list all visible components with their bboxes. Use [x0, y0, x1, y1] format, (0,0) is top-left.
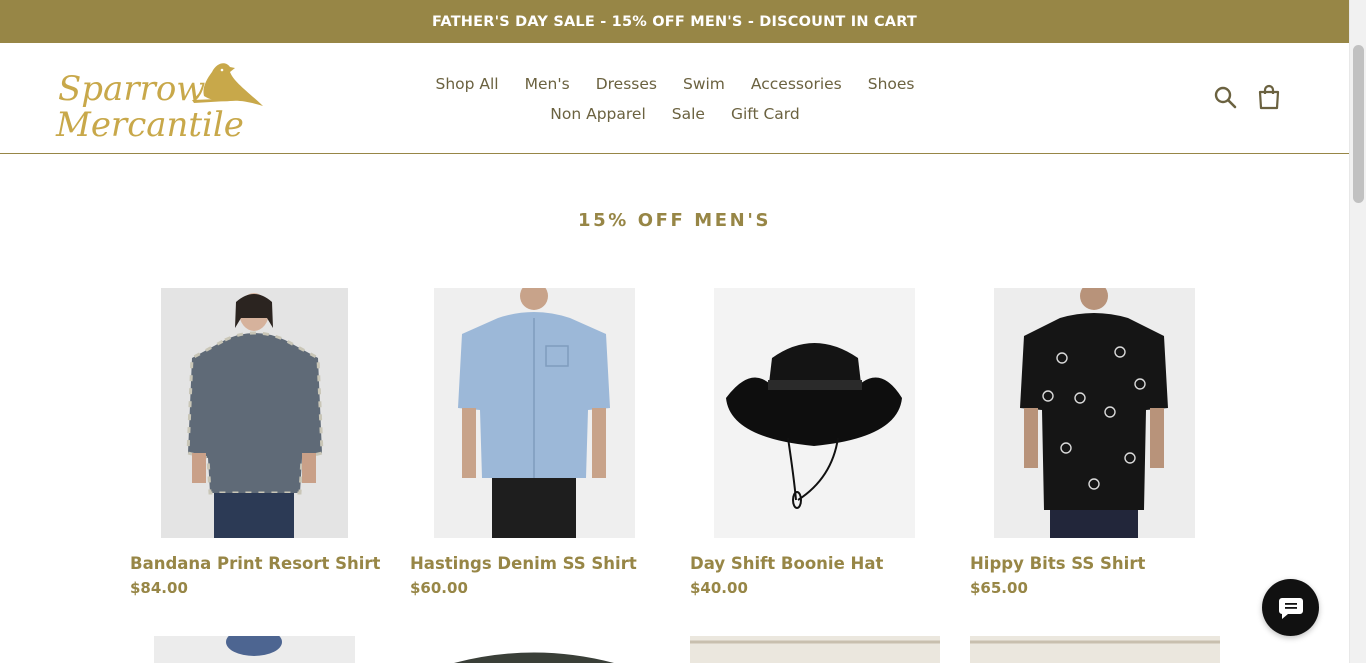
nav-shoes[interactable]: Shoes: [868, 75, 915, 93]
product-image[interactable]: [970, 288, 1220, 538]
announcement-text: FATHER'S DAY SALE - 15% OFF MEN'S - DISC…: [431, 13, 918, 30]
hat-photo-image: [726, 343, 902, 509]
chat-icon: [1278, 597, 1303, 619]
product-title[interactable]: Day Shift Boonie Hat: [690, 554, 883, 573]
main-nav: Shop All Men's Dresses Swim Accessories …: [360, 69, 990, 129]
nav-accessories[interactable]: Accessories: [751, 75, 842, 93]
product-title[interactable]: Hastings Denim SS Shirt: [410, 554, 637, 573]
shirt-photo-image: [454, 652, 614, 663]
site-header: Sparrow Mercantile Shop All Men's Dresse…: [0, 43, 1349, 154]
product-card[interactable]: Day Shift Boonie Hat $40.00: [690, 288, 940, 597]
cart-button[interactable]: [1256, 83, 1282, 111]
product-price: $84.00: [130, 579, 188, 597]
logo-text-line1: Sparrow: [58, 69, 205, 109]
clothing-rack-photo-image: [690, 640, 940, 644]
product-title[interactable]: Hippy Bits SS Shirt: [970, 554, 1145, 573]
product-price: $60.00: [410, 579, 468, 597]
product-image[interactable]: [690, 636, 940, 663]
nav-swim[interactable]: Swim: [683, 75, 725, 93]
nav-row-2: Non Apparel Sale Gift Card: [360, 99, 990, 129]
shirt-photo-image: [186, 293, 324, 538]
clothing-rack-photo-image: [970, 640, 1220, 644]
nav-sale[interactable]: Sale: [672, 105, 705, 123]
product-image[interactable]: [410, 288, 660, 538]
nav-non-apparel[interactable]: Non Apparel: [550, 105, 645, 123]
nav-dresses[interactable]: Dresses: [596, 75, 657, 93]
product-price: $40.00: [690, 579, 748, 597]
logo-text-line2: Mercantile: [55, 105, 244, 142]
product-card[interactable]: Bandana Print Resort Shirt $84.00: [130, 288, 380, 597]
brand-logo[interactable]: Sparrow Mercantile: [54, 58, 266, 145]
product-title[interactable]: Bandana Print Resort Shirt: [130, 554, 380, 573]
collection-title: 15% OFF MEN'S: [577, 210, 772, 231]
product-image[interactable]: [690, 288, 940, 538]
chat-button[interactable]: [1262, 579, 1319, 636]
sparrow-logo-image: Sparrow Mercantile: [55, 63, 263, 145]
product-image[interactable]: [130, 288, 380, 538]
announcement-bar: FATHER'S DAY SALE - 15% OFF MEN'S - DISC…: [0, 0, 1349, 43]
shirt-photo-image: [458, 288, 610, 538]
shirt-photo-image: [226, 636, 282, 656]
product-image[interactable]: [970, 636, 1220, 663]
nav-shop-all[interactable]: Shop All: [435, 75, 498, 93]
cart-icon: [1258, 84, 1280, 110]
nav-mens[interactable]: Men's: [525, 75, 570, 93]
search-icon: [1214, 86, 1237, 109]
product-image[interactable]: [434, 636, 635, 663]
search-button[interactable]: [1212, 83, 1238, 111]
shirt-photo-image: [1020, 288, 1168, 538]
product-image[interactable]: [154, 636, 355, 663]
header-icons: [1212, 83, 1282, 111]
product-card[interactable]: Hippy Bits SS Shirt $65.00: [970, 288, 1220, 597]
scrollbar-thumb[interactable]: [1353, 45, 1364, 203]
page-scrollbar[interactable]: [1349, 0, 1366, 663]
product-price: $65.00: [970, 579, 1028, 597]
nav-gift-card[interactable]: Gift Card: [731, 105, 800, 123]
product-card[interactable]: Hastings Denim SS Shirt $60.00: [410, 288, 660, 597]
nav-row-1: Shop All Men's Dresses Swim Accessories …: [360, 69, 990, 99]
